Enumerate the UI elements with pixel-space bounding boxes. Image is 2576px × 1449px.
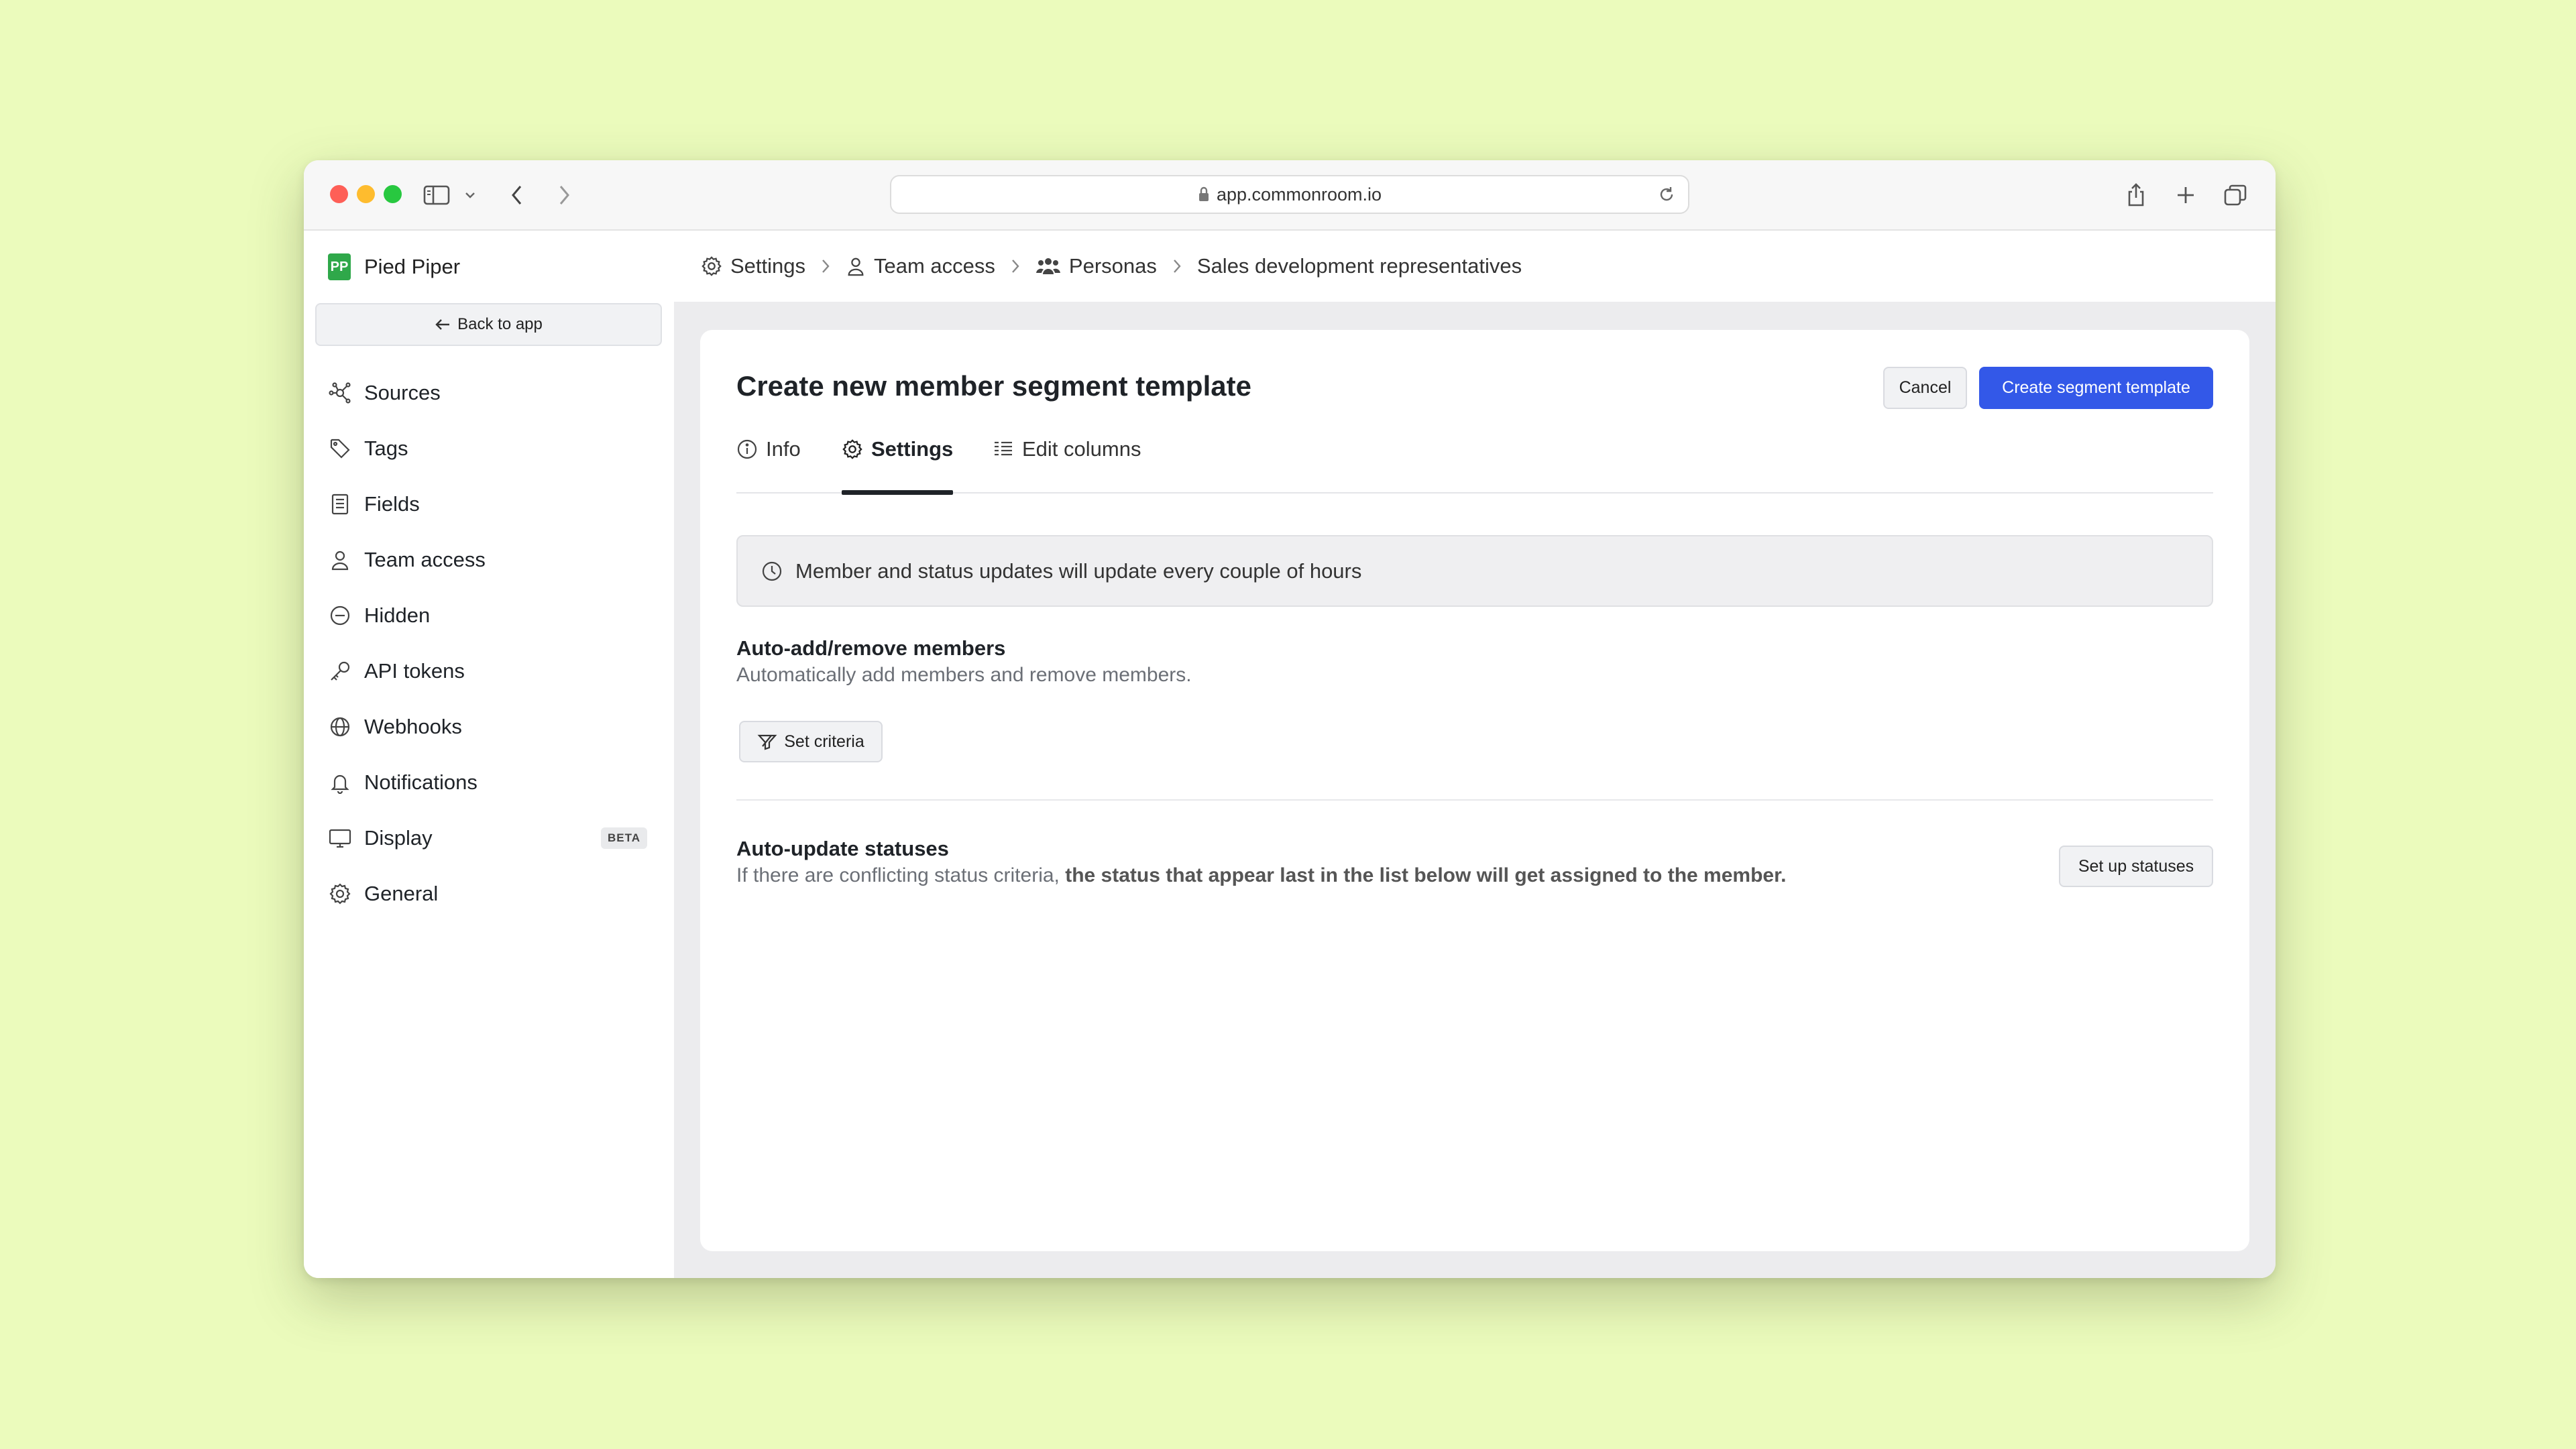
hidden-icon <box>328 603 352 628</box>
section-divider <box>736 799 2213 801</box>
forward-nav-icon[interactable] <box>549 180 579 210</box>
tab-label: Settings <box>871 437 954 461</box>
settings-nav: Sources Tags Fields Team access Hidden A… <box>304 365 674 921</box>
monitor-icon <box>328 826 352 850</box>
key-icon <box>328 659 352 683</box>
user-icon <box>328 548 352 572</box>
sidebar-item-webhooks[interactable]: Webhooks <box>304 699 674 754</box>
breadcrumb-label: Settings <box>730 254 806 278</box>
globe-icon <box>328 715 352 739</box>
chevron-down-icon[interactable] <box>455 180 485 210</box>
tab-info[interactable]: Info <box>736 429 801 494</box>
breadcrumb-label: Team access <box>874 254 995 278</box>
auto-add-description: Automatically add members and remove mem… <box>736 664 1192 686</box>
breadcrumb-label: Sales development representatives <box>1196 254 1522 278</box>
breadcrumb-settings[interactable]: Settings <box>701 254 805 278</box>
auto-update-description-plain: If there are conflicting status criteria… <box>736 864 1066 886</box>
sidebar-item-api-tokens[interactable]: API tokens <box>304 643 674 699</box>
update-frequency-notice: Member and status updates will update ev… <box>736 535 2213 607</box>
auto-update-description: If there are conflicting status criteria… <box>736 864 1786 887</box>
tag-icon <box>328 437 352 461</box>
segment-template-card: Create new member segment template Cance… <box>700 330 2249 1251</box>
sidebar-item-team-access[interactable]: Team access <box>304 532 674 587</box>
sidebar-item-label: Tags <box>364 436 408 460</box>
lock-icon <box>1198 186 1210 202</box>
users-icon <box>1035 255 1061 277</box>
breadcrumb: Settings Team access Personas Sales deve… <box>674 231 2276 302</box>
sidebar-item-label: Sources <box>364 380 441 404</box>
auto-update-title: Auto-update statuses <box>736 837 949 860</box>
browser-toolbar: app.commonroom.io <box>304 160 2276 231</box>
sidebar-item-label: Notifications <box>364 770 478 794</box>
gear-icon <box>328 882 352 906</box>
arrow-left-icon <box>435 318 451 331</box>
sidebar-item-label: Fields <box>364 491 420 516</box>
sidebar-item-sources[interactable]: Sources <box>304 365 674 420</box>
chevron-right-icon <box>1010 257 1021 275</box>
browser-window: app.commonroom.io PP Pied Piper Back to … <box>304 160 2276 1278</box>
gear-icon <box>842 439 863 460</box>
notice-text: Member and status updates will update ev… <box>795 559 1362 583</box>
sidebar-item-label: Webhooks <box>364 714 462 738</box>
beta-badge: BETA <box>600 827 647 849</box>
set-up-statuses-button[interactable]: Set up statuses <box>2059 846 2213 887</box>
brand-logo: PP <box>328 253 351 280</box>
sidebar-item-display[interactable]: Display BETA <box>304 810 674 866</box>
url-text: app.commonroom.io <box>1216 184 1382 205</box>
sidebar-item-label: Hidden <box>364 603 431 627</box>
filter-icon <box>757 733 777 750</box>
clock-icon <box>761 560 783 583</box>
sources-icon <box>328 381 352 405</box>
sidebar-item-tags[interactable]: Tags <box>304 420 674 476</box>
back-to-app-label: Back to app <box>457 315 543 333</box>
set-criteria-label: Set criteria <box>784 732 864 751</box>
tab-label: Info <box>766 437 801 461</box>
bell-icon <box>328 770 352 795</box>
workspace-brand[interactable]: PP Pied Piper <box>328 251 460 283</box>
user-icon <box>846 255 866 277</box>
share-icon[interactable] <box>2121 180 2151 210</box>
close-window-button[interactable] <box>330 185 348 203</box>
tab-edit-columns[interactable]: Edit columns <box>993 429 1141 494</box>
columns-icon <box>993 439 1014 460</box>
address-bar[interactable]: app.commonroom.io <box>890 175 1689 214</box>
breadcrumb-label: Personas <box>1068 254 1157 278</box>
tab-overview-icon[interactable] <box>2221 180 2250 210</box>
sidebar-item-notifications[interactable]: Notifications <box>304 754 674 810</box>
chevron-right-icon <box>820 257 831 275</box>
sidebar-item-label: General <box>364 881 439 905</box>
create-segment-template-button[interactable]: Create segment template <box>1979 367 2213 409</box>
sidebar-item-label: Team access <box>364 547 486 571</box>
fields-icon <box>328 492 352 516</box>
main-content: Settings Team access Personas Sales deve… <box>674 231 2276 1278</box>
set-criteria-button[interactable]: Set criteria <box>739 721 883 762</box>
sidebar-item-general[interactable]: General <box>304 866 674 921</box>
breadcrumb-team-access[interactable]: Team access <box>846 254 995 278</box>
page-title: Create new member segment template <box>736 370 1251 402</box>
sidebar-toggle-icon[interactable] <box>422 180 451 210</box>
breadcrumb-personas[interactable]: Personas <box>1035 254 1157 278</box>
chevron-right-icon <box>1172 257 1182 275</box>
sidebar-item-label: Display <box>364 825 433 850</box>
settings-sidebar: PP Pied Piper Back to app Sources Tags F… <box>304 231 674 1278</box>
breadcrumb-current: Sales development representatives <box>1197 254 1522 278</box>
workspace-name: Pied Piper <box>364 255 461 278</box>
reload-icon[interactable] <box>1657 185 1676 204</box>
sidebar-item-label: API tokens <box>364 658 465 683</box>
back-to-app-button[interactable]: Back to app <box>315 303 662 346</box>
new-tab-icon[interactable] <box>2171 180 2200 210</box>
minimize-window-button[interactable] <box>357 185 375 203</box>
info-icon <box>736 439 758 460</box>
tab-label: Edit columns <box>1022 437 1141 461</box>
sidebar-item-hidden[interactable]: Hidden <box>304 587 674 643</box>
tab-bar: Info Settings Edit columns <box>736 429 2213 495</box>
tab-settings[interactable]: Settings <box>842 429 954 495</box>
gear-icon <box>701 255 722 277</box>
back-nav-icon[interactable] <box>502 180 532 210</box>
auto-add-title: Auto-add/remove members <box>736 636 1006 660</box>
maximize-window-button[interactable] <box>384 185 402 203</box>
auto-update-description-bold: the status that appear last in the list … <box>1065 864 1787 886</box>
cancel-button[interactable]: Cancel <box>1883 367 1967 409</box>
sidebar-item-fields[interactable]: Fields <box>304 476 674 532</box>
